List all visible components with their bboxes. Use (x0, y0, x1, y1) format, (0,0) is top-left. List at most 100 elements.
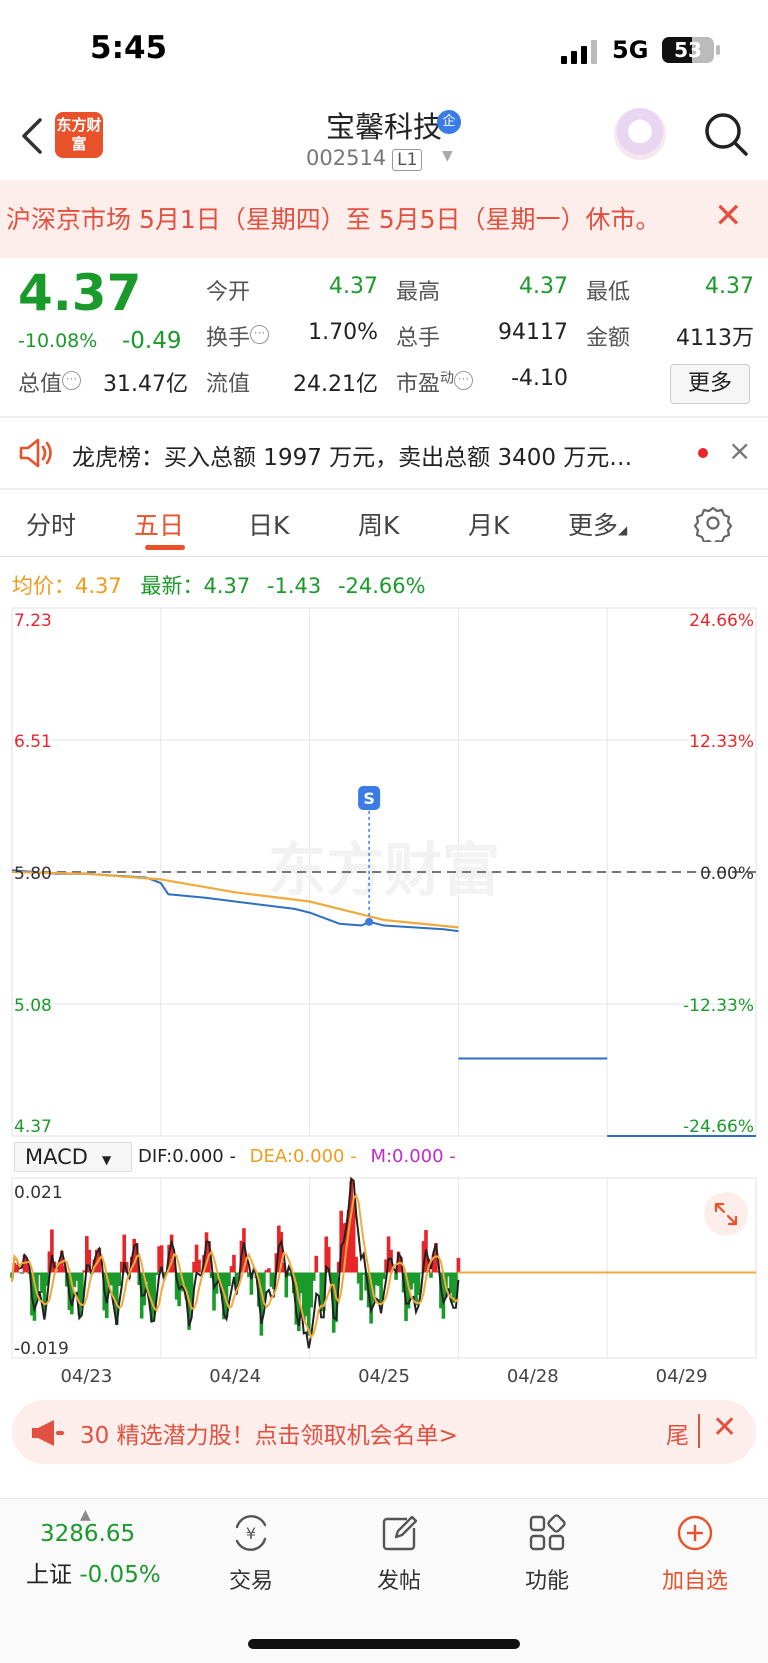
marker-point (365, 917, 374, 926)
mktcap-label: 总值 ··· (18, 366, 82, 398)
macd-chart[interactable]: 0.021 -0.019 04/23 04/24 04/25 04/28 04/29 (0, 1176, 768, 1386)
info-icon[interactable]: ··· (454, 370, 474, 390)
macd-bar (354, 1256, 358, 1273)
watermark-text: 东方财富 (268, 836, 500, 904)
speaker-icon (19, 438, 52, 468)
close-icon[interactable]: ✕ (714, 196, 743, 236)
market-closure-notice[interactable]: 沪深京市场 5月1日（星期四）至 5月5日（星期一）休市。 ✕ (0, 180, 768, 258)
change-value: -0.49 (122, 328, 182, 354)
info-icon[interactable]: ··· (62, 370, 82, 390)
y-tick-left: 5.08 (14, 996, 52, 1016)
macd-y-tick: 0.021 (14, 1183, 63, 1203)
promo-divider (698, 1414, 700, 1448)
tab-weekly-k[interactable]: 周K (358, 506, 399, 542)
macd-bar (381, 1272, 386, 1280)
y-tick-right: 24.66% (689, 611, 754, 631)
macd-header: MACD ▼ DIF:0.000 - DEA:0.000 - M:0.000 - (14, 1142, 754, 1174)
notice-text: 沪深京市场 5月1日（星期四）至 5月5日（星期一）休市。 (6, 205, 661, 234)
nav-post[interactable]: 发帖 (344, 1513, 454, 1595)
macd-y-tick: -0.019 (14, 1339, 69, 1359)
battery-level: 53 (674, 38, 702, 62)
nav-post-label: 发帖 (376, 1569, 421, 1594)
macd-bar (117, 1272, 122, 1287)
float-label: 流值 (206, 372, 251, 397)
index-name: 上证 -0.05% (26, 1562, 161, 1588)
verified-badge-icon: 企 (437, 110, 461, 134)
chart-summary: 均价：4.37 最新：4.37 -1.43 -24.66% (12, 570, 426, 600)
high-label: 最高 (396, 280, 441, 305)
macd-bar (232, 1254, 236, 1273)
chart-tabs: 分时 五日 日K 周K 月K 更多◢ (0, 490, 768, 556)
mktcap-value: 31.47亿 (103, 372, 188, 397)
low-value: 4.37 (705, 274, 754, 299)
nav-add-watchlist[interactable]: 加自选 (640, 1513, 750, 1595)
open-value: 4.37 (329, 274, 378, 299)
macd-bar (314, 1255, 319, 1273)
stock-code: 002514 (306, 146, 387, 170)
y-tick-left: 7.23 (14, 611, 52, 631)
active-tab-indicator (145, 545, 185, 550)
search-icon[interactable] (700, 108, 752, 160)
change-percent: -10.08% (18, 330, 98, 352)
latest-change: -1.43 (266, 574, 322, 598)
macd-bar (359, 1272, 363, 1301)
more-button[interactable]: 更多 (670, 364, 750, 404)
macd-bar (20, 1272, 24, 1274)
dragon-tiger-banner[interactable]: 龙虎榜：买入总额 1997 万元，卖出总额 3400 万元… × (0, 418, 768, 488)
status-time: 5:45 (90, 30, 168, 66)
nav-functions[interactable]: 功能 (492, 1513, 602, 1595)
close-icon[interactable]: × (728, 434, 751, 467)
macd-dif: DIF:0.000 - (138, 1146, 236, 1167)
add-circle-icon (677, 1515, 713, 1551)
y-tick-left: 5.80 (14, 864, 52, 884)
y-tick-right: 0.00% (700, 864, 754, 884)
high-value: 4.37 (519, 274, 568, 299)
amount-value: 4113万 (676, 326, 754, 351)
promo-tail: 尾 (666, 1423, 689, 1449)
index-value: 3286.65 (40, 1521, 136, 1547)
tab-five-day[interactable]: 五日 (134, 506, 184, 542)
battery-icon: 53 (662, 37, 714, 63)
tab-more[interactable]: 更多◢ (568, 506, 627, 542)
y-tick-left: 4.37 (14, 1117, 52, 1137)
y-tick-left: 6.51 (14, 732, 52, 752)
macd-bar (197, 1259, 201, 1273)
turnover-value: 1.70% (308, 320, 378, 345)
five-day-price-chart[interactable]: 东方财富 S 7.23 6.51 5.80 5.08 4.37 24.66% 12.33% 0.0… (0, 600, 768, 1140)
info-icon[interactable]: ··· (250, 324, 270, 344)
nav-trade[interactable]: ¥ 交易 (196, 1513, 306, 1595)
assistant-avatar[interactable] (614, 108, 666, 160)
tab-monthly-k[interactable]: 月K (468, 506, 509, 542)
macd-bar (429, 1272, 433, 1278)
close-icon[interactable]: ✕ (712, 1410, 737, 1445)
promo-text: 30 精选潜力股！点击领取机会名单> (80, 1423, 458, 1449)
network-type: 5G (612, 36, 649, 64)
y-tick-right: -12.33% (683, 996, 754, 1016)
y-tick-right: 12.33% (689, 732, 754, 752)
expand-icon[interactable] (704, 1192, 748, 1236)
indicator-select[interactable]: MACD ▼ (14, 1142, 132, 1172)
quote-panel: 4.37 -10.08% -0.49 今开 4.37 最高 4.37 最低 4.… (0, 258, 768, 418)
promo-banner[interactable]: 30 精选潜力股！点击领取机会名单> 尾 ✕ (12, 1400, 756, 1464)
chevron-down-icon[interactable]: ▼ (442, 148, 453, 164)
svg-text:¥: ¥ (246, 1524, 256, 1543)
nav-functions-label: 功能 (524, 1569, 569, 1594)
macd-values: DIF:0.000 - DEA:0.000 - M:0.000 - (138, 1146, 456, 1167)
pe-label: 市盈动 ··· (396, 366, 474, 398)
tab-intraday[interactable]: 分时 (26, 506, 76, 542)
macd-bar (154, 1272, 159, 1276)
pe-value: -4.10 (511, 366, 568, 391)
index-ticker[interactable]: ▲ 3286.65 上证 -0.05% (0, 1499, 161, 1609)
open-label: 今开 (206, 280, 251, 305)
amount-label: 金额 (586, 326, 631, 351)
latest-change-pct: -24.66% (337, 574, 426, 598)
x-tick-label: 04/24 (209, 1366, 261, 1386)
trade-icon: ¥ (235, 1515, 267, 1551)
stock-code-row[interactable]: 002514 L1 (306, 146, 423, 171)
macd-m: M:0.000 - (370, 1146, 456, 1167)
tab-daily-k[interactable]: 日K (248, 506, 289, 542)
gear-icon[interactable] (694, 504, 732, 542)
last-price: 4.37 (18, 264, 142, 322)
level-badge: L1 (392, 149, 423, 171)
latest-label: 最新： (140, 574, 204, 598)
